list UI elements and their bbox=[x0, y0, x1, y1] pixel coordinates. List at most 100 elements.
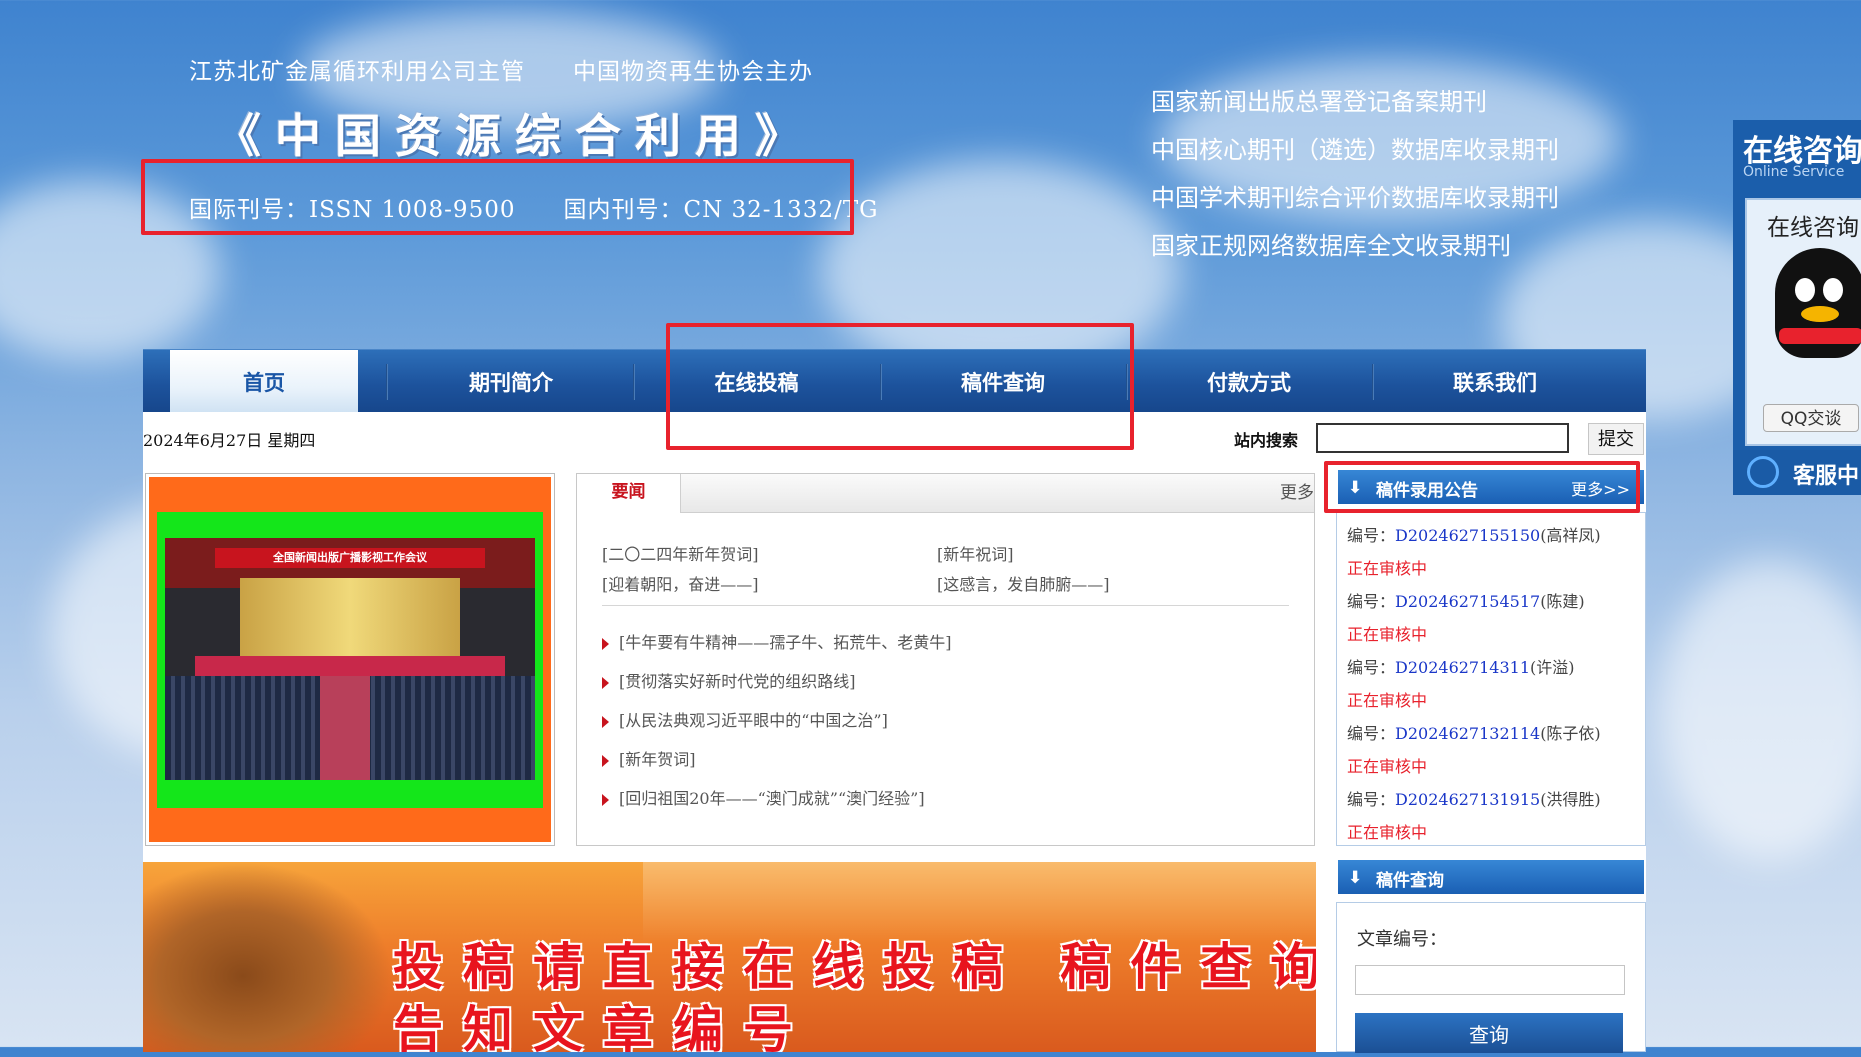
notice-code: D2024627132114 bbox=[1395, 724, 1541, 743]
bullet-icon bbox=[602, 676, 609, 689]
notice-prefix: 编号： bbox=[1347, 790, 1396, 809]
penguin-eye-right bbox=[1823, 278, 1843, 302]
online-service-subtitle: Online Service bbox=[1743, 164, 1845, 180]
notice-status: 正在审核中 bbox=[1347, 691, 1428, 710]
news-list-item[interactable]: [从民法典观习近平眼中的“中国之治”] bbox=[602, 707, 888, 731]
bullet-icon bbox=[602, 793, 609, 806]
highlight-box-nav bbox=[666, 323, 1134, 450]
qq-chat-button[interactable]: QQ交谈 bbox=[1763, 404, 1859, 432]
news-item-text: [从民法典观习近平眼中的“中国之治”] bbox=[619, 711, 888, 730]
news-more-link[interactable]: 更多 bbox=[1280, 474, 1314, 512]
online-service-panel: 在线咨询 QQ交谈 bbox=[1745, 198, 1861, 446]
notice-entry[interactable]: 编号：D2024627132114(陈子依) bbox=[1347, 720, 1601, 744]
lion-statue-image bbox=[143, 862, 393, 1052]
conference-banner: 全国新闻出版广播影视工作会议 bbox=[215, 548, 485, 568]
notice-entry[interactable]: 编号：D202462714311(许溢) bbox=[1347, 654, 1575, 678]
online-service-widget: 在线咨询 Online Service 在线咨询 QQ交谈 客服中 bbox=[1733, 120, 1861, 495]
site-search-input[interactable] bbox=[1316, 423, 1569, 453]
submission-banner[interactable]: 投稿请直接在线投稿 稿件查询请 告知文章编号 bbox=[143, 862, 1316, 1052]
notice-prefix: 编号： bbox=[1347, 592, 1396, 611]
penguin-beak bbox=[1801, 306, 1839, 322]
news-featured-link[interactable]: [迎着朝阳，奋进——] bbox=[602, 571, 759, 595]
headset-icon bbox=[1747, 456, 1779, 488]
search-submit-button[interactable]: 提交 bbox=[1588, 423, 1644, 455]
penguin-eye-left bbox=[1795, 278, 1815, 302]
highlight-box-issn bbox=[141, 159, 854, 235]
recognition-line-3: 中国学术期刊综合评价数据库收录期刊 bbox=[1151, 184, 1559, 212]
news-list-item[interactable]: [牛年要有牛精神——孺子牛、拓荒牛、老黄牛] bbox=[602, 629, 952, 653]
featured-photo-panel: 全国新闻出版广播影视工作会议 bbox=[145, 473, 555, 846]
nav-payment[interactable]: 付款方式 bbox=[1126, 350, 1372, 413]
recognition-line-4: 国家正规网络数据库全文收录期刊 bbox=[1151, 232, 1511, 260]
news-item-text: [新年贺词] bbox=[619, 750, 696, 769]
notice-prefix: 编号： bbox=[1347, 526, 1396, 545]
notice-prefix: 编号： bbox=[1347, 658, 1396, 677]
notice-prefix: 编号： bbox=[1347, 724, 1396, 743]
center-aisle bbox=[320, 676, 370, 780]
news-divider bbox=[602, 605, 1289, 606]
news-featured-link[interactable]: [这感言，发自肺腑——] bbox=[937, 571, 1110, 595]
bullet-icon bbox=[602, 754, 609, 767]
customer-service-bar[interactable]: 客服中 bbox=[1733, 450, 1861, 495]
news-featured-link[interactable]: [二〇二四年新年贺词] bbox=[602, 541, 759, 565]
stage-curtain bbox=[240, 578, 460, 663]
sponsor-line: 江苏北矿金属循环利用公司主管 中国物资再生协会主办 bbox=[189, 59, 813, 85]
notice-entry[interactable]: 编号：D2024627131915(洪得胜) bbox=[1347, 786, 1601, 810]
notice-code: D2024627155150 bbox=[1395, 526, 1541, 545]
news-featured-link[interactable]: [新年祝词] bbox=[937, 541, 1014, 565]
news-list-item[interactable]: [回归祖国20年——“澳门成就”“澳门经验”] bbox=[602, 785, 925, 809]
qq-penguin-icon[interactable] bbox=[1765, 248, 1861, 368]
news-item-text: [牛年要有牛精神——孺子牛、拓荒牛、老黄牛] bbox=[619, 633, 952, 652]
notice-code: D2024627154517 bbox=[1395, 592, 1541, 611]
news-tabbar: 要闻 更多 bbox=[577, 474, 1314, 513]
site-search-label: 站内搜索 bbox=[1234, 431, 1299, 450]
notice-status: 正在审核中 bbox=[1347, 625, 1428, 644]
news-list-item[interactable]: [贯彻落实好新时代党的组织路线] bbox=[602, 668, 856, 692]
down-arrow-icon: ⬇ bbox=[1348, 868, 1363, 888]
notice-entry[interactable]: 编号：D2024627154517(陈建) bbox=[1347, 588, 1585, 612]
cloud-decoration bbox=[1660, 560, 1861, 860]
online-service-inner-title: 在线咨询 bbox=[1767, 215, 1859, 241]
notice-author: (陈建) bbox=[1540, 592, 1585, 611]
recognition-line-1: 国家新闻出版总署登记备案期刊 bbox=[1151, 88, 1487, 116]
stage-platform bbox=[195, 656, 505, 676]
query-title: 稿件查询 bbox=[1376, 871, 1444, 891]
bullet-icon bbox=[602, 715, 609, 728]
news-item-text: [贯彻落实好新时代党的组织路线] bbox=[619, 672, 856, 691]
news-panel: 要闻 更多 [二〇二四年新年贺词] [新年祝词] [迎着朝阳，奋进——] [这感… bbox=[576, 473, 1315, 846]
customer-service-label: 客服中 bbox=[1793, 464, 1860, 489]
nav-contact[interactable]: 联系我们 bbox=[1372, 350, 1618, 413]
news-list-item[interactable]: [新年贺词] bbox=[602, 746, 696, 770]
notice-status: 正在审核中 bbox=[1347, 757, 1428, 776]
conference-photo[interactable]: 全国新闻出版广播影视工作会议 bbox=[165, 538, 535, 780]
notice-status: 正在审核中 bbox=[1347, 823, 1428, 842]
query-panel: 文章编号： 查询 bbox=[1336, 902, 1646, 1053]
query-button[interactable]: 查询 bbox=[1355, 1013, 1623, 1053]
penguin-scarf bbox=[1779, 328, 1861, 344]
notice-author: (洪得胜) bbox=[1540, 790, 1601, 809]
notice-code: D202462714311 bbox=[1395, 658, 1530, 677]
query-header: ⬇ 稿件查询 bbox=[1338, 860, 1644, 894]
notice-code: D2024627131915 bbox=[1395, 790, 1541, 809]
highlight-box-notice bbox=[1324, 461, 1640, 513]
notice-status: 正在审核中 bbox=[1347, 559, 1428, 578]
article-number-input[interactable] bbox=[1355, 965, 1625, 995]
news-item-text: [回归祖国20年——“澳门成就”“澳门经验”] bbox=[619, 789, 925, 808]
bullet-icon bbox=[602, 637, 609, 650]
tab-headlines[interactable]: 要闻 bbox=[577, 474, 681, 513]
notice-author: (陈子依) bbox=[1540, 724, 1601, 743]
nav-journal-intro[interactable]: 期刊简介 bbox=[386, 350, 636, 413]
current-date: 2024年6月27日 星期四 bbox=[143, 431, 316, 450]
notice-author: (许溢) bbox=[1530, 658, 1575, 677]
photo-frame-inner: 全国新闻出版广播影视工作会议 bbox=[157, 512, 543, 808]
article-number-label: 文章编号： bbox=[1357, 929, 1447, 950]
banner-line-2: 告知文章编号 bbox=[393, 1000, 813, 1052]
banner-line-1: 投稿请直接在线投稿 稿件查询请 bbox=[393, 937, 1316, 996]
recognition-line-2: 中国核心期刊（遴选）数据库收录期刊 bbox=[1151, 136, 1559, 164]
nav-home[interactable]: 首页 bbox=[170, 350, 358, 413]
notice-list: 编号：D2024627155150(高祥凤) 正在审核中 编号：D2024627… bbox=[1336, 512, 1646, 846]
notice-author: (高祥凤) bbox=[1540, 526, 1601, 545]
journal-title: 《中国资源综合利用》 bbox=[215, 109, 815, 163]
notice-entry[interactable]: 编号：D2024627155150(高祥凤) bbox=[1347, 522, 1601, 546]
photo-frame: 全国新闻出版广播影视工作会议 bbox=[149, 477, 551, 842]
